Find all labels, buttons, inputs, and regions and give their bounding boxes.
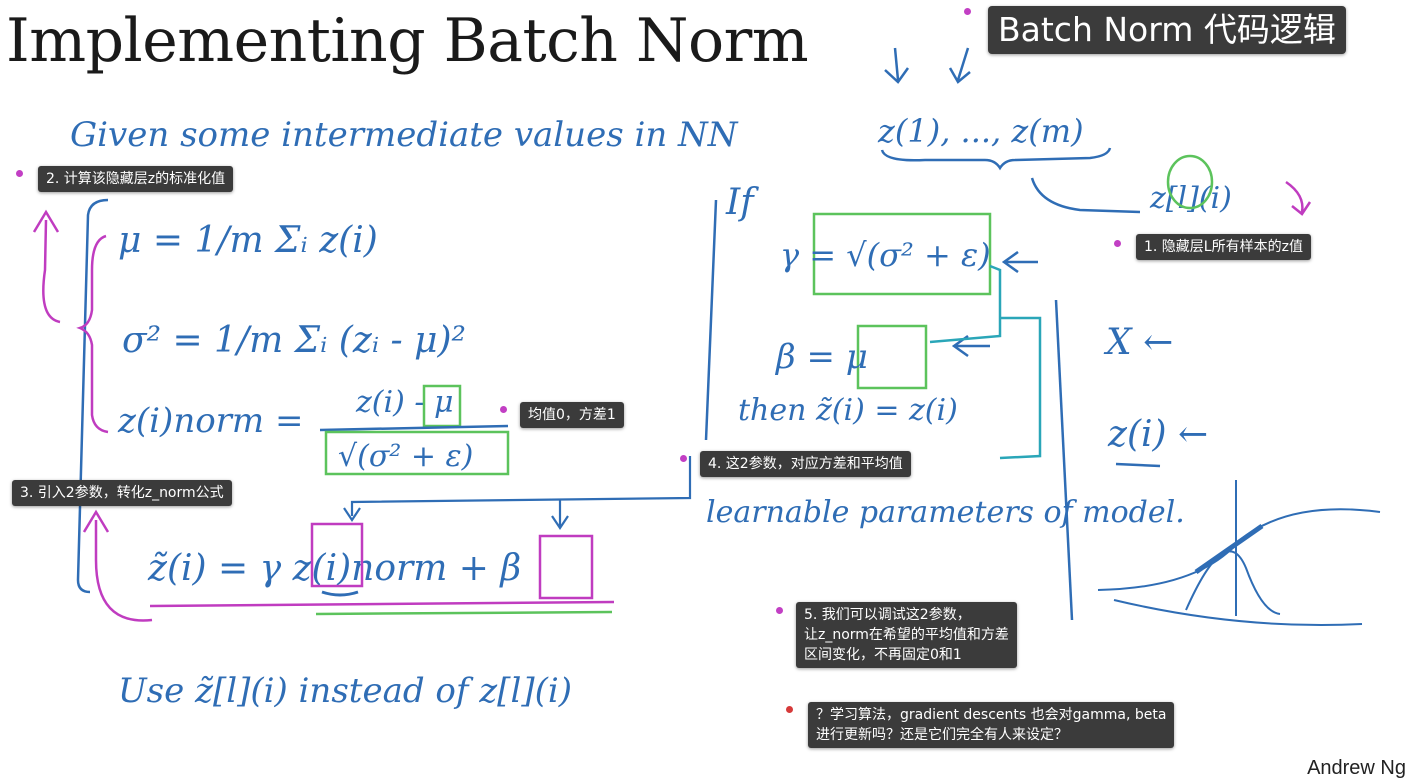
marker-dot [500,406,507,413]
question-line-2: 进行更新吗？还是它们完全有人来设定？ [816,727,1068,743]
note-4: 4. 这2参数，对应方差和平均值 [700,451,911,477]
author-credit: Andrew Ng [1307,757,1406,779]
ztilde-formula: z̃(i) = γ z(i)norm + β [147,548,521,589]
note-5-line-2: 让z_norm在希望的平均值和方差 [804,627,1009,643]
z-arrow-text: z(i) ← [1107,414,1208,455]
beta-equation: β = μ [774,337,868,377]
z-sequence: z(1), ..., z(m) [877,112,1084,150]
note-5-line-3: 区间变化，不再固定0和1 [804,647,962,663]
marker-dot [964,8,971,15]
if-text: If [725,182,759,223]
z-layer-index: z[l](i) [1149,181,1232,216]
note-3: 3. 引入2参数，转化z_norm公式 [12,480,232,506]
mu-formula: μ = 1/m Σᵢ z(i) [118,220,378,261]
marker-dot [1114,240,1121,247]
question-line-1: ？学习算法，gradient descents 也会对gamma, beta [816,707,1167,723]
marker-dot [16,170,23,177]
note-1: 1. 隐藏层L所有样本的z值 [1136,234,1311,260]
sigma-formula: σ² = 1/m Σᵢ (zᵢ - μ)² [122,320,466,361]
marker-dot [776,607,783,614]
znorm-denominator: √(σ² + ε) [338,439,473,474]
use-text: Use z̃[l](i) instead of z[l](i) [118,671,572,711]
note-5: 5. 我们可以调试这2参数， 让z_norm在希望的平均值和方差 区间变化，不再… [796,602,1017,668]
handwriting-canvas: Given some intermediate values in NN z(1… [32,47,1381,711]
znorm-numerator: z(i) - μ [355,385,454,420]
question-note: ？学习算法，gradient descents 也会对gamma, beta 进… [808,702,1175,748]
znorm-lhs: z(i)norm = [117,401,303,441]
header-note: Batch Norm 代码逻辑 [988,6,1346,54]
x-arrow-text: X ← [1103,322,1173,363]
note-2: 2. 计算该隐藏层z的标准化值 [38,166,234,192]
marker-dot [680,455,687,462]
given-text: Given some intermediate values in NN [70,115,739,155]
note-5-line-1: 5. 我们可以调试这2参数， [804,607,971,623]
question-dot [786,706,793,713]
note-mean-variance: 均值0，方差1 [520,402,624,428]
gamma-equation: γ = √(σ² + ε) [780,236,991,274]
learnable-text: learnable parameters of model. [706,495,1185,530]
then-text: then z̃(i) = z(i) [738,393,958,428]
